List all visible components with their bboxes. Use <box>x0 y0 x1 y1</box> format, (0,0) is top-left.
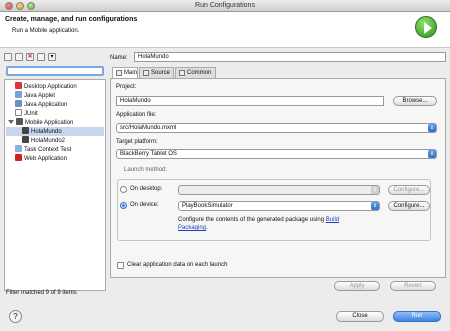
close-button[interactable]: Close <box>336 311 384 322</box>
main-tab-icon <box>116 70 122 76</box>
tree-item-mobile-application[interactable]: Mobile Application <box>8 118 73 127</box>
junit-icon <box>15 109 22 116</box>
collapse-all-icon[interactable] <box>37 53 45 61</box>
java-app-icon <box>15 100 22 107</box>
on-device-label: On device: <box>130 202 159 208</box>
chevron-down-icon: ⇕ <box>371 186 379 194</box>
header-subtitle: Run a Mobile application. <box>12 28 80 34</box>
common-tab-icon <box>179 70 185 76</box>
tree-item-junit[interactable]: JUnit <box>15 109 38 118</box>
source-tab-icon <box>143 70 149 76</box>
configure-desktop-button[interactable]: Configure... <box>388 185 430 195</box>
expand-arrow-icon[interactable] <box>8 120 14 124</box>
tree-item-web-application[interactable]: Web Application <box>15 154 67 163</box>
header-title: Create, manage, and run configurations <box>5 16 138 23</box>
name-label: Name: <box>110 55 128 61</box>
desktop-device-select[interactable]: ⇕ <box>178 185 380 195</box>
main-tab-panel: Project: HolaMundo Browse... Application… <box>110 78 446 278</box>
tree-item-holamundo2[interactable]: HolaMundo2 <box>22 136 65 145</box>
configurations-pane: ✕ ▾ Desktop Application Java Applet Java… <box>4 52 106 302</box>
configure-device-button[interactable]: Configure... <box>388 201 430 211</box>
run-button[interactable]: Run <box>393 311 441 322</box>
apply-button[interactable]: Apply <box>334 281 380 291</box>
window-titlebar: Run Configurations <box>0 0 450 12</box>
on-desktop-radio[interactable] <box>120 186 127 193</box>
tree-item-java-applet[interactable]: Java Applet <box>15 91 55 100</box>
dialog-header: Create, manage, and run configurations R… <box>0 12 450 48</box>
filter-input[interactable] <box>6 66 104 76</box>
duplicate-icon[interactable] <box>15 53 23 61</box>
java-applet-icon <box>15 91 22 98</box>
launch-method-group: On desktop: ⇕ Configure... On device: Pl… <box>117 179 431 241</box>
revert-button[interactable]: Revert <box>390 281 436 291</box>
desktop-app-icon <box>15 82 22 89</box>
tree-item-holamundo[interactable]: HolaMundo <box>6 127 104 136</box>
chevron-down-icon: ⇕ <box>428 150 436 158</box>
device-select[interactable]: PlayBookSimulator ⇕ <box>178 201 380 211</box>
on-desktop-label: On desktop: <box>130 186 163 192</box>
web-app-icon <box>15 154 22 161</box>
configurations-toolbar: ✕ ▾ <box>4 52 106 62</box>
mobile-app-icon <box>16 118 23 125</box>
new-configuration-icon[interactable] <box>4 53 12 61</box>
app-file-select[interactable]: src/HolaMundo.mxml ⇕ <box>116 123 437 133</box>
chevron-down-icon: ⇕ <box>371 202 379 210</box>
mobile-config-icon <box>22 127 29 134</box>
app-file-label: Application file: <box>116 112 157 118</box>
browse-button[interactable]: Browse... <box>393 96 437 106</box>
window-title: Run Configurations <box>195 2 255 9</box>
filter-status: Filter matched 9 of 9 items <box>6 290 77 296</box>
configurations-tree[interactable]: Desktop Application Java Applet Java App… <box>4 79 106 291</box>
tree-item-java-application[interactable]: Java Application <box>15 100 67 109</box>
task-context-icon <box>15 145 22 152</box>
project-field[interactable]: HolaMundo <box>116 96 384 106</box>
chevron-down-icon: ⇕ <box>428 124 436 132</box>
dialog-footer: ? Close Run <box>0 305 450 331</box>
target-platform-label: Target platform: <box>116 139 158 145</box>
apply-revert-bar: Apply Revert <box>110 281 446 293</box>
name-field[interactable]: HolaMundo <box>134 52 446 62</box>
project-label: Project: <box>116 84 137 90</box>
filter-icon[interactable]: ▾ <box>48 53 56 61</box>
configuration-editor: Name: HolaMundo Main Source Common Proje… <box>110 52 446 302</box>
target-platform-select[interactable]: BlackBerry Tablet OS ⇕ <box>116 149 437 159</box>
run-icon <box>415 16 437 38</box>
help-icon[interactable]: ? <box>9 310 22 323</box>
clear-data-checkbox[interactable] <box>117 262 124 269</box>
tab-common[interactable]: Common <box>175 67 216 78</box>
configure-note: Configure the contents of the generated … <box>178 217 340 231</box>
on-device-radio[interactable] <box>120 202 127 209</box>
clear-data-label: Clear application data on each launch <box>127 262 228 268</box>
tree-item-task-context-test[interactable]: Task Context Test <box>15 145 71 154</box>
mobile-config-icon <box>22 136 29 143</box>
tab-source[interactable]: Source <box>139 67 174 78</box>
tree-item-desktop-application[interactable]: Desktop Application <box>15 82 77 91</box>
launch-method-label: Launch method: <box>124 167 168 173</box>
delete-icon[interactable]: ✕ <box>26 53 34 61</box>
